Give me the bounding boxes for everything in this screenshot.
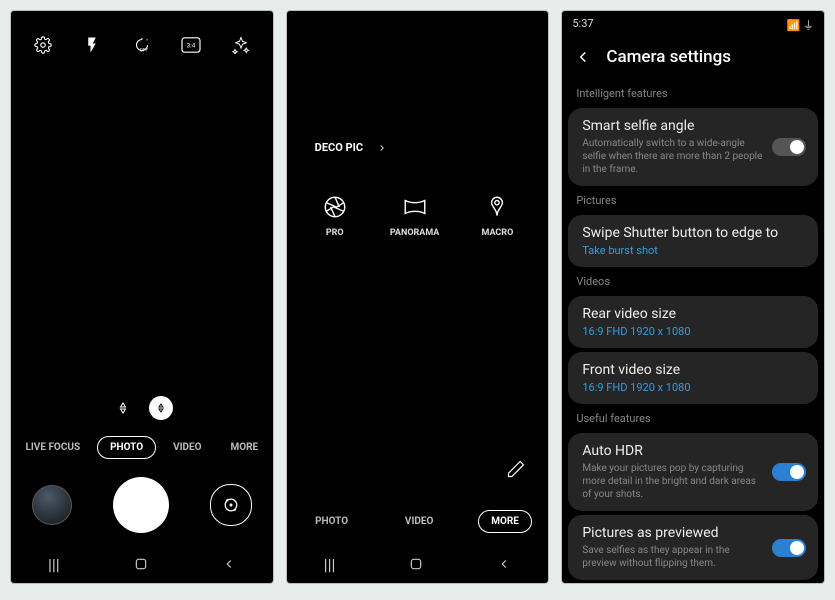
setting-rear-video-size[interactable]: Rear video size 16:9 FHD 1920 x 1080 [568, 296, 818, 348]
camera-top-toolbar: OFF 3:4 [11, 11, 273, 57]
svg-text:OFF: OFF [139, 47, 148, 53]
mode-panorama[interactable]: PANORAMA [390, 194, 440, 238]
back-button[interactable] [497, 557, 511, 571]
mode-photo[interactable]: PHOTO [97, 436, 156, 459]
setting-pictures-as-previewed[interactable]: Pictures as previewed Save selfies as th… [568, 515, 818, 580]
mode-live-focus[interactable]: LIVE FOCUS [13, 437, 92, 458]
timer-off-icon[interactable]: OFF [130, 33, 154, 57]
mode-macro[interactable]: MACRO [481, 194, 513, 238]
aperture-icon [322, 194, 348, 220]
section-pictures: Pictures [562, 188, 824, 213]
shutter-button[interactable] [113, 477, 169, 533]
gallery-thumbnail[interactable] [32, 485, 72, 525]
status-icons: 📶 ⏚ [787, 17, 814, 33]
setting-title: Pictures as previewed [582, 525, 804, 541]
mode-macro-label: MACRO [481, 228, 513, 238]
deco-pic-label: DECO PIC [315, 141, 363, 154]
setting-desc: Save selfies as they appear in the previ… [582, 544, 804, 570]
home-button[interactable] [134, 557, 148, 571]
setting-value: 16:9 FHD 1920 x 1080 [582, 381, 804, 394]
setting-title: Auto HDR [582, 443, 804, 459]
clock: 5:37 [572, 17, 593, 33]
setting-value: 16:9 FHD 1920 x 1080 [582, 325, 804, 338]
status-bar: 5:37 📶 ⏚ [562, 11, 824, 39]
viewfinder[interactable] [11, 57, 273, 396]
zoom-normal-button[interactable] [149, 396, 173, 420]
settings-icon[interactable] [31, 33, 55, 57]
switch-camera-button[interactable] [210, 484, 252, 526]
setting-front-video-size[interactable]: Front video size 16:9 FHD 1920 x 1080 [568, 352, 818, 404]
section-videos: Videos [562, 269, 824, 294]
panorama-icon [402, 194, 428, 220]
mode-selector: PHOTO VIDEO MORE [287, 510, 549, 533]
section-useful: Useful features [562, 406, 824, 431]
mode-video[interactable]: VIDEO [161, 437, 213, 458]
setting-auto-hdr[interactable]: Auto HDR Make your pictures pop by captu… [568, 433, 818, 511]
home-button[interactable] [409, 557, 423, 571]
setting-title: Rear video size [582, 306, 804, 322]
toggle-auto-hdr[interactable] [772, 463, 806, 481]
mode-more[interactable]: MORE [478, 510, 532, 533]
mode-video[interactable]: VIDEO [393, 511, 445, 532]
svg-text:3:4: 3:4 [187, 42, 196, 50]
setting-desc: Make your pictures pop by capturing more… [582, 462, 804, 501]
section-intelligent: Intelligent features [562, 81, 824, 106]
mode-pro[interactable]: PRO [322, 194, 348, 238]
edit-modes-button[interactable] [506, 459, 526, 479]
camera-settings-screen: 5:37 📶 ⏚ Camera settings Intelligent fea… [561, 10, 825, 584]
zoom-wide-button[interactable] [111, 396, 135, 420]
flash-auto-icon[interactable] [80, 33, 104, 57]
mode-more[interactable]: MORE [219, 437, 271, 458]
setting-smart-selfie-angle[interactable]: Smart selfie angle Automatically switch … [568, 108, 818, 186]
setting-value: Take burst shot [582, 244, 804, 257]
mode-pro-label: PRO [326, 228, 344, 238]
setting-title: Swipe Shutter button to edge to [582, 225, 804, 241]
toggle-pictures-previewed[interactable] [772, 539, 806, 557]
filters-icon[interactable] [229, 33, 253, 57]
setting-title: Smart selfie angle [582, 118, 804, 134]
zoom-selector [11, 396, 273, 420]
recent-apps-button[interactable]: ||| [48, 555, 60, 574]
setting-desc: Automatically switch to a wide-angle sel… [582, 137, 804, 176]
macro-icon [484, 194, 510, 220]
android-nav-bar: ||| [287, 545, 549, 583]
chevron-right-icon [377, 143, 387, 153]
android-nav-bar: ||| [11, 545, 273, 583]
recent-apps-button[interactable]: ||| [599, 582, 611, 584]
toggle-smart-selfie[interactable] [772, 138, 806, 156]
back-button[interactable] [222, 557, 236, 571]
mode-photo[interactable]: PHOTO [303, 511, 360, 532]
aspect-ratio-button[interactable]: 3:4 [179, 33, 203, 57]
back-icon[interactable] [574, 48, 592, 66]
deco-pic-row[interactable]: DECO PIC [315, 141, 549, 154]
settings-header: Camera settings [562, 39, 824, 81]
android-nav-bar: ||| [562, 582, 824, 584]
mode-selector: LIVE FOCUS PHOTO VIDEO MORE [11, 436, 273, 459]
camera-main-screen: OFF 3:4 LIVE FOCUS PHOTO VIDEO MORE ||| [10, 10, 274, 584]
mode-panorama-label: PANORAMA [390, 228, 440, 238]
recent-apps-button[interactable]: ||| [324, 555, 336, 574]
setting-title: Front video size [582, 362, 804, 378]
extra-modes-grid: PRO PANORAMA MACRO [287, 194, 549, 238]
setting-swipe-shutter[interactable]: Swipe Shutter button to edge to Take bur… [568, 215, 818, 267]
page-title: Camera settings [606, 47, 731, 67]
camera-bottom-bar [11, 465, 273, 545]
camera-more-screen: DECO PIC PRO PANORAMA MACRO PHOTO VIDEO … [286, 10, 550, 584]
